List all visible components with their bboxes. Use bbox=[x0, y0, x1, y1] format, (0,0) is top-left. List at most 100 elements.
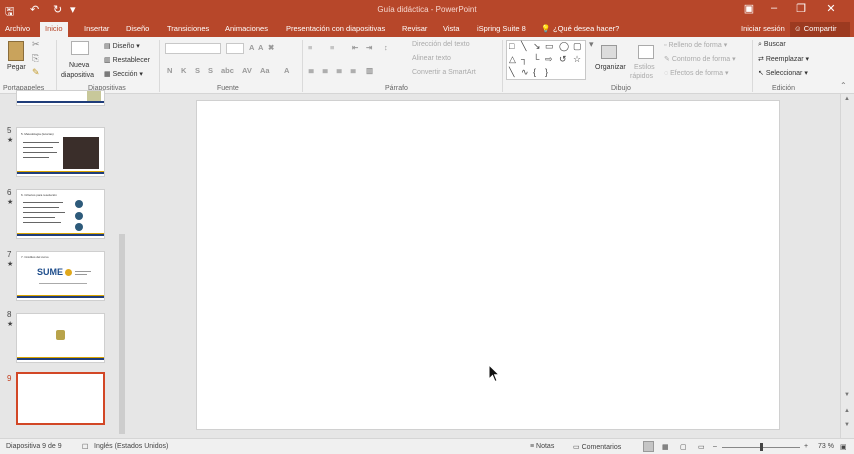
elbow-shape-icon[interactable]: ┐ bbox=[521, 54, 527, 64]
scroll-down-icon[interactable]: ▼ bbox=[844, 392, 850, 398]
replace-button[interactable]: ⇄ Reemplazar ▾ bbox=[758, 55, 809, 63]
new-slide-icon[interactable] bbox=[71, 41, 89, 55]
increase-indent-icon[interactable]: ⇥ bbox=[366, 43, 372, 52]
find-button[interactable]: ⌕ Buscar bbox=[758, 41, 786, 49]
tab-insertar[interactable]: Insertar bbox=[84, 24, 109, 33]
copy-icon[interactable]: ⎘ bbox=[32, 53, 39, 64]
format-painter-icon[interactable]: ✎ bbox=[32, 67, 40, 78]
close-icon[interactable]: ✕ bbox=[822, 2, 840, 15]
zoom-level[interactable]: 73 % bbox=[818, 443, 834, 450]
decrease-indent-icon[interactable]: ⇤ bbox=[352, 43, 358, 52]
shape-outline-button[interactable]: ✎ Contorno de forma ▾ bbox=[664, 55, 736, 63]
line-shape-icon[interactable]: ╲ bbox=[521, 41, 526, 52]
arrange-icon[interactable] bbox=[601, 45, 617, 59]
connector-shape-icon[interactable]: └ bbox=[533, 54, 539, 64]
case-icon[interactable]: Aa bbox=[260, 66, 270, 75]
star-shape-icon[interactable]: ☆ bbox=[573, 54, 581, 65]
cut-icon[interactable]: ✂ bbox=[32, 39, 40, 50]
bold-icon[interactable]: N bbox=[167, 66, 172, 75]
ribbon-display-icon[interactable]: ▣ bbox=[740, 2, 758, 15]
right-arrow-shape-icon[interactable]: ⇨ bbox=[545, 54, 553, 65]
line-spacing-icon[interactable]: ↕ bbox=[384, 43, 388, 52]
strikethrough-icon[interactable]: abc bbox=[221, 66, 234, 75]
shapes-gallery[interactable]: □ ╲ ↘ ▭ ◯ ▢ △ ┐ └ ⇨ ↺ ☆ ╲ ∿ { } bbox=[506, 40, 586, 80]
callout-shape-icon[interactable]: ╲ bbox=[509, 67, 514, 78]
thumbnail-scrollbar-thumb[interactable] bbox=[119, 234, 125, 434]
quick-styles-label-1[interactable]: Estilos bbox=[634, 64, 655, 71]
rounded-rect-shape-icon[interactable]: ▢ bbox=[573, 41, 582, 52]
arrange-button[interactable]: Organizar bbox=[595, 64, 626, 71]
shape-fill-button[interactable]: ▫ Relleno de forma ▾ bbox=[664, 41, 727, 49]
tab-revisar[interactable]: Revisar bbox=[402, 24, 427, 33]
minimize-icon[interactable]: – bbox=[765, 2, 783, 14]
select-button[interactable]: ↖ Seleccionar ▾ bbox=[758, 69, 808, 77]
share-button[interactable]: ☺ Compartir bbox=[790, 22, 850, 37]
slide-thumbnail-6[interactable]: 6. Criterios para resolución bbox=[16, 189, 105, 239]
shrink-font-icon[interactable]: A bbox=[258, 43, 263, 52]
slide-thumbnail-7[interactable]: 7. Créditos del curso SUME bbox=[16, 251, 105, 301]
tab-ispring[interactable]: iSpring Suite 8 bbox=[477, 24, 526, 33]
font-color-icon[interactable]: A bbox=[284, 66, 289, 75]
new-slide-label-1[interactable]: Nueva bbox=[69, 62, 89, 69]
align-right-icon[interactable]: ≣ bbox=[336, 66, 342, 75]
zoom-slider-handle[interactable] bbox=[760, 443, 763, 451]
normal-view-icon[interactable] bbox=[643, 441, 654, 452]
layout-button[interactable]: ▤ Diseño ▾ bbox=[104, 42, 140, 50]
scroll-up-icon[interactable]: ▲ bbox=[844, 96, 850, 102]
fit-slide-icon[interactable]: ▣ bbox=[840, 443, 847, 451]
quick-styles-icon[interactable] bbox=[638, 45, 654, 59]
notes-button[interactable]: ≡ Notas bbox=[530, 443, 554, 450]
collapse-ribbon-icon[interactable]: ⌃ bbox=[840, 81, 847, 90]
curved-arrow-shape-icon[interactable]: ↺ bbox=[559, 54, 567, 65]
tab-archivo[interactable]: Archivo bbox=[5, 24, 30, 33]
comments-button[interactable]: ▭ Comentarios bbox=[573, 443, 621, 451]
maximize-icon[interactable]: ❐ bbox=[792, 2, 810, 15]
signin-link[interactable]: Iniciar sesión bbox=[741, 24, 785, 33]
spacing-icon[interactable]: AV bbox=[242, 66, 252, 75]
next-slide-icon[interactable]: ▼ bbox=[844, 422, 850, 428]
section-button[interactable]: ▦ Sección ▾ bbox=[104, 70, 143, 78]
reset-button[interactable]: ▥ Restablecer bbox=[104, 56, 150, 64]
tab-vista[interactable]: Vista bbox=[443, 24, 460, 33]
quick-styles-label-2[interactable]: rápidos bbox=[630, 73, 653, 80]
editor-scrollbar[interactable]: ▲ ▼ ▲ ▼ bbox=[840, 94, 854, 438]
slide-sorter-icon[interactable]: ▦ bbox=[662, 443, 669, 451]
font-family-select[interactable] bbox=[165, 43, 221, 54]
smartart-button[interactable]: Convertir a SmartArt bbox=[412, 69, 476, 76]
rectangle-shape-icon[interactable]: ▭ bbox=[545, 41, 554, 52]
bullets-icon[interactable]: ≡ bbox=[308, 43, 312, 52]
align-text-button[interactable]: Alinear texto bbox=[412, 55, 451, 62]
tell-me-search[interactable]: ¿Qué desea hacer? bbox=[553, 24, 619, 33]
textbox-shape-icon[interactable]: □ bbox=[509, 41, 514, 51]
paste-button[interactable]: Pegar bbox=[7, 64, 26, 71]
italic-icon[interactable]: K bbox=[181, 66, 186, 75]
text-direction-button[interactable]: Dirección del texto bbox=[412, 41, 470, 48]
shape-effects-button[interactable]: ◌ Efectos de forma ▾ bbox=[664, 69, 729, 77]
paste-icon[interactable] bbox=[8, 41, 24, 61]
zoom-out-icon[interactable]: – bbox=[713, 443, 717, 450]
columns-icon[interactable]: ▥ bbox=[366, 66, 373, 75]
clear-format-icon[interactable]: ✖ bbox=[268, 43, 274, 52]
tab-inicio[interactable]: Inicio bbox=[40, 22, 68, 37]
reading-view-icon[interactable]: ▢ bbox=[680, 443, 687, 451]
justify-icon[interactable]: ≣ bbox=[350, 66, 356, 75]
slide-thumbnail-5[interactable]: 5. Metodología (tutorías) bbox=[16, 127, 105, 177]
shapes-more-icon[interactable]: ▾ bbox=[589, 39, 594, 50]
tab-animaciones[interactable]: Animaciones bbox=[225, 24, 268, 33]
font-size-select[interactable] bbox=[226, 43, 244, 54]
brace-shape-icon[interactable]: { bbox=[533, 67, 536, 77]
arrow-shape-icon[interactable]: ↘ bbox=[533, 41, 541, 52]
tab-presentacion[interactable]: Presentación con diapositivas bbox=[286, 24, 385, 33]
triangle-shape-icon[interactable]: △ bbox=[509, 54, 516, 65]
numbering-icon[interactable]: ≡ bbox=[330, 43, 334, 52]
grow-font-icon[interactable]: A bbox=[249, 43, 254, 52]
align-center-icon[interactable]: ≣ bbox=[322, 66, 328, 75]
tab-diseno[interactable]: Diseño bbox=[126, 24, 149, 33]
previous-slide-icon[interactable]: ▲ bbox=[844, 408, 850, 414]
slide-thumbnail-9[interactable] bbox=[16, 372, 105, 425]
curve-shape-icon[interactable]: ∿ bbox=[521, 67, 529, 78]
align-left-icon[interactable]: ≣ bbox=[308, 66, 314, 75]
bracket-shape-icon[interactable]: } bbox=[545, 67, 548, 77]
slide-thumbnail-8[interactable] bbox=[16, 313, 105, 363]
shadow-icon[interactable]: S bbox=[208, 66, 213, 75]
